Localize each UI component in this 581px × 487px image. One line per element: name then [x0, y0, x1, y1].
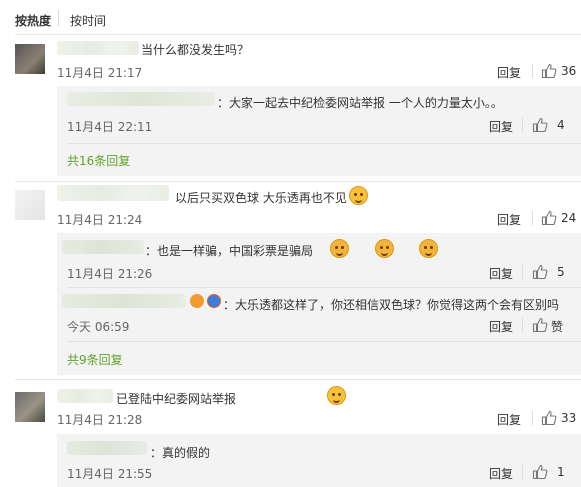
thumbs-up-icon[interactable] [541, 210, 557, 226]
angry-emoji-icon [329, 239, 349, 258]
like-count: 4 [557, 118, 565, 132]
more-replies-link[interactable]: 共9条回复 [67, 351, 123, 368]
reply-button[interactable]: 回复 [489, 318, 513, 335]
username-blurred[interactable] [57, 185, 169, 201]
action-divider [522, 118, 523, 132]
divider [15, 379, 581, 380]
avatar[interactable] [15, 392, 45, 422]
like-label: 赞 [551, 320, 564, 334]
like-count: 24 [561, 211, 577, 225]
divider [67, 341, 581, 342]
username-blurred[interactable] [57, 41, 139, 55]
action-divider [532, 211, 533, 225]
smile-emoji-icon [327, 386, 347, 405]
smile-emoji-icon [349, 186, 368, 205]
reply-button[interactable]: 回复 [497, 411, 521, 428]
like-count: 36 [561, 64, 577, 78]
like-count: 33 [561, 411, 577, 425]
avatar[interactable] [15, 190, 45, 220]
angry-emoji-icon [374, 239, 394, 258]
username-blurred[interactable] [57, 389, 113, 403]
sort-by-time-tab[interactable]: 按时间 [70, 12, 106, 29]
sub-reply-text: ：大乐透都这样了，你还相信双色球？你觉得这两个会有区别吗 [223, 298, 560, 312]
thumbs-up-icon[interactable] [541, 410, 557, 426]
like-count: 5 [557, 265, 565, 279]
reply-button[interactable]: 回复 [497, 211, 521, 228]
sub-reply-time: 11月4日 21:26 [67, 267, 153, 281]
action-divider [532, 411, 533, 425]
sub-reply-text: ：也是一样骗，中国彩票是骗局 [145, 244, 314, 258]
divider [15, 181, 581, 182]
thumbs-up-icon[interactable] [541, 63, 557, 79]
sort-divider [58, 10, 59, 26]
divider [15, 34, 581, 35]
comment-time: 11月4日 21:17 [57, 66, 143, 80]
sort-by-hot-tab[interactable]: 按热度 [15, 12, 51, 29]
sub-reply-time: 11月4日 22:11 [67, 120, 153, 134]
username-blurred[interactable] [67, 441, 147, 455]
thumbs-up-icon[interactable] [532, 117, 548, 133]
sub-reply-text: ：大家一起去中纪检委网站举报 一个人的力量太小。。 [217, 96, 503, 110]
sub-reply-time: 11月4日 21:55 [67, 467, 153, 481]
reply-button[interactable]: 回复 [489, 265, 513, 282]
thumbs-up-icon[interactable] [532, 317, 548, 333]
reply-button[interactable]: 回复 [489, 465, 513, 482]
reply-button[interactable]: 回复 [497, 64, 521, 81]
like-count: 1 [557, 465, 565, 479]
comment-time: 11月4日 21:24 [57, 213, 143, 227]
avatar[interactable] [15, 44, 45, 74]
username-blurred[interactable] [67, 92, 215, 106]
action-divider [522, 465, 523, 479]
thumbs-up-icon[interactable] [532, 464, 548, 480]
comment-time: 11月4日 21:28 [57, 413, 143, 427]
divider [67, 143, 581, 144]
sub-reply-text: ：真的假的 [150, 446, 211, 460]
reply-button[interactable]: 回复 [489, 118, 513, 135]
comment-text: 已登陆中纪委网站举报 [116, 392, 237, 406]
verified-badge-icon [190, 294, 204, 308]
sub-reply-time: 今天 06:59 [67, 320, 130, 334]
more-replies-link[interactable]: 共16条回复 [67, 152, 130, 169]
comment-text: 以后只买双色球 大乐透再也不见 [175, 191, 347, 205]
divider [67, 287, 581, 288]
action-divider [522, 318, 523, 332]
username-blurred[interactable] [62, 294, 186, 308]
username-blurred[interactable] [62, 240, 144, 254]
action-divider [522, 265, 523, 279]
member-badge-icon [207, 294, 221, 308]
comment-text: 当什么都没发生吗？ [141, 43, 250, 57]
action-divider [532, 64, 533, 78]
thumbs-up-icon[interactable] [532, 264, 548, 280]
